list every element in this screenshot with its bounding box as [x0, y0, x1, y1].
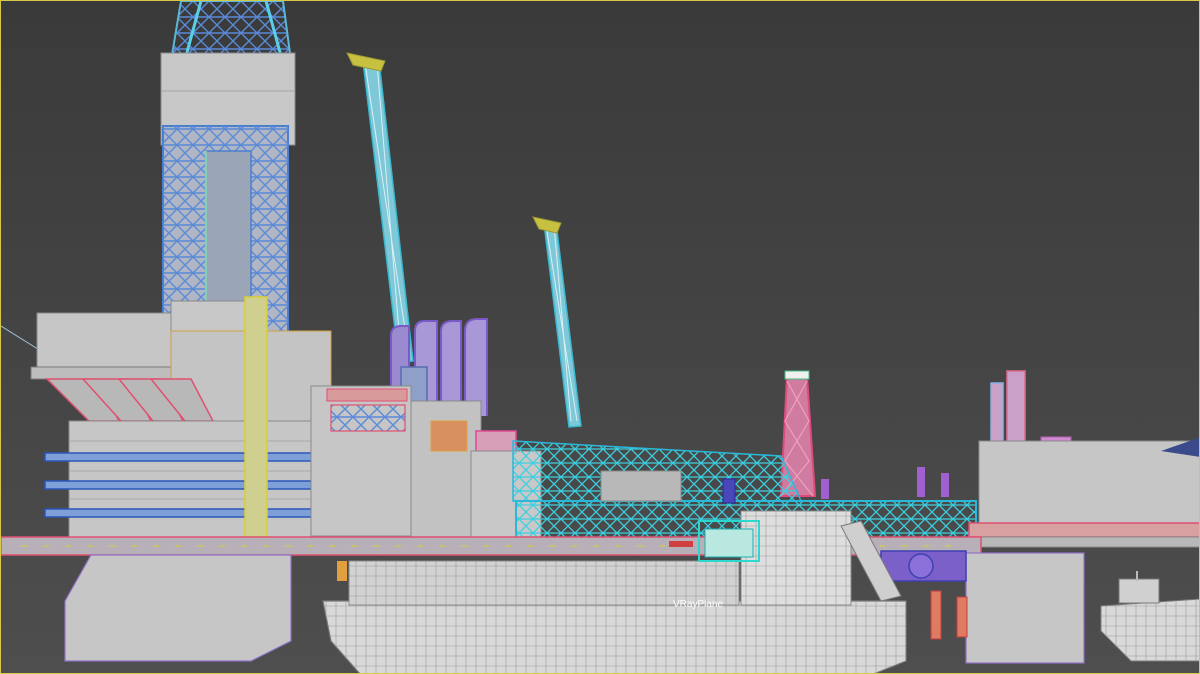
crane-right[interactable] [532, 216, 582, 428]
guide-wire [1, 325, 42, 352]
vray-plane-label: VRayPlane [673, 599, 723, 610]
lower-machinery[interactable] [880, 550, 967, 582]
viewport-scene[interactable]: VRayPlane [1, 1, 1200, 674]
small-boat[interactable] [1100, 571, 1200, 662]
derrick-crown[interactable] [169, 1, 293, 62]
deck-braces [45, 378, 215, 422]
right-deck[interactable] [968, 437, 1200, 548]
crane-left[interactable] [346, 52, 414, 364]
exhaust-stacks-right[interactable] [990, 370, 1072, 448]
process-modules[interactable] [310, 385, 542, 542]
3d-viewport[interactable]: VRayPlane [0, 0, 1200, 674]
